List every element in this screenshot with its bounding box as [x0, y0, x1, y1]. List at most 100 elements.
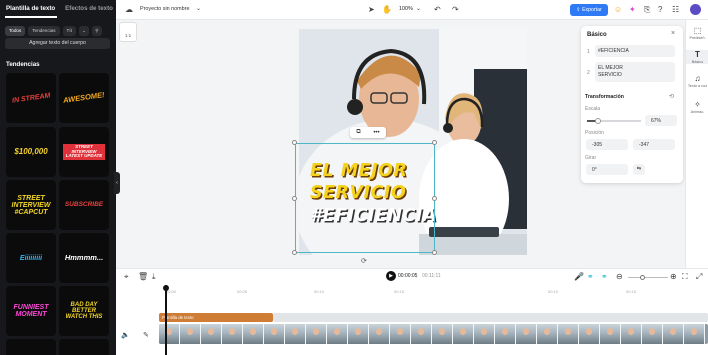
- pointer-icon[interactable]: ➤: [368, 5, 375, 14]
- delete-icon[interactable]: 🗑: [138, 272, 148, 281]
- magic-icon[interactable]: ✦: [629, 5, 636, 14]
- text-field-1[interactable]: #EFICIENCIA: [595, 45, 675, 57]
- template-tile[interactable]: $100,000: [6, 127, 56, 177]
- text-field-2[interactable]: EL MEJOR SERVICIO: [595, 62, 675, 82]
- template-tile[interactable]: IN STREAM: [6, 73, 56, 123]
- resize-handle[interactable]: [432, 250, 437, 255]
- resize-handle[interactable]: [292, 140, 297, 145]
- chevron-down-icon[interactable]: ⌄: [196, 5, 201, 12]
- position-y-input[interactable]: -347: [633, 139, 675, 150]
- text-index-2: 2: [587, 70, 590, 76]
- hand-icon[interactable]: ✋: [382, 5, 392, 14]
- template-tile[interactable]: STREET INTERVIEW LATEST UPDATE: [59, 127, 109, 177]
- play-button[interactable]: ▶: [386, 271, 396, 281]
- premium-icon[interactable]: ☺: [614, 5, 622, 14]
- tile-text: STREET INTERVIEW #CAPCUT: [11, 194, 51, 216]
- playhead[interactable]: [165, 285, 167, 355]
- rail-item-presets[interactable]: ⬚ Prediseñ.: [686, 26, 708, 40]
- floating-toolbar: ⧉ •••: [350, 127, 386, 138]
- zoom-out-icon[interactable]: ⊖: [616, 272, 623, 281]
- clip-thumbnail: [285, 324, 306, 344]
- cover-edit-icon[interactable]: ✎: [143, 331, 149, 339]
- scale-slider-thumb[interactable]: [594, 118, 601, 124]
- rail-item-text-to-speech[interactable]: ♫ Texto a voz: [686, 74, 708, 88]
- template-tile[interactable]: [59, 339, 109, 355]
- redo-icon[interactable]: ↷: [452, 5, 459, 14]
- clip-thumbnail: [579, 324, 600, 344]
- scale-input[interactable]: 67%: [645, 115, 677, 126]
- template-tile[interactable]: Eiiiiiiiii: [6, 233, 56, 283]
- clip-thumbnail: [642, 324, 663, 344]
- close-icon[interactable]: ×: [671, 30, 675, 37]
- text-template-clip[interactable]: Plantilla de texto: [159, 313, 273, 322]
- position-x-input[interactable]: -305: [586, 139, 628, 150]
- filter-trends[interactable]: Tendencias: [28, 26, 60, 36]
- rotate-icon[interactable]: ⟳: [361, 257, 367, 265]
- video-clip[interactable]: [159, 324, 708, 344]
- template-tile[interactable]: AWESOME!: [59, 73, 109, 123]
- chevron-down-icon[interactable]: ⌄: [416, 5, 421, 12]
- rail-item-animation[interactable]: ✧ Animac.: [686, 100, 708, 114]
- clip-thumbnail: [390, 324, 411, 344]
- resize-handle[interactable]: [292, 196, 297, 201]
- rotate-label: Girar: [585, 155, 597, 161]
- template-tile[interactable]: STREET INTERVIEW #CAPCUT: [6, 180, 56, 230]
- reset-icon[interactable]: ⟲: [669, 93, 674, 100]
- tab-text-effects[interactable]: Efectos de texto: [65, 5, 113, 12]
- timeline-zoom-slider[interactable]: [628, 277, 668, 278]
- magnet-icon[interactable]: ⚭: [601, 272, 608, 281]
- more-icon[interactable]: •••: [373, 130, 379, 136]
- tab-text-templates[interactable]: Plantilla de texto: [6, 5, 55, 12]
- filter-titles[interactable]: Tít: [62, 26, 76, 36]
- export-button[interactable]: ⇪ Exportar: [570, 4, 608, 16]
- rotate-input[interactable]: 0°: [586, 164, 628, 175]
- resize-handle[interactable]: [292, 250, 297, 255]
- template-tile[interactable]: BAD DAY BETTER WATCH THIS: [59, 286, 109, 336]
- template-tile[interactable]: [6, 339, 56, 355]
- collapse-panel-handle[interactable]: ‹: [114, 172, 120, 194]
- time-tick: 00:10: [548, 289, 559, 294]
- fit-icon[interactable]: ⛶: [682, 272, 688, 282]
- template-tile[interactable]: Hmmmm...: [59, 233, 109, 283]
- aspect-ratio-button[interactable]: 1:1: [119, 22, 137, 42]
- rail-item-label: Prediseñ.: [689, 36, 706, 40]
- notification-icon[interactable]: ☷: [672, 5, 679, 14]
- filter-all[interactable]: Todos: [5, 26, 26, 36]
- avatar[interactable]: [690, 4, 701, 15]
- playhead-handle[interactable]: [163, 285, 169, 291]
- project-name[interactable]: Proyecto sin nombre: [140, 6, 189, 12]
- add-body-text-button[interactable]: Agregar texto del cuerpo: [5, 38, 110, 49]
- resize-handle[interactable]: [432, 196, 437, 201]
- share-icon[interactable]: ⎘: [644, 5, 650, 15]
- template-tile[interactable]: FUNNIEST MOMENT: [6, 286, 56, 336]
- selection-box[interactable]: [295, 143, 435, 253]
- flip-button[interactable]: ⇆: [633, 164, 645, 175]
- clip-thumbnail: [474, 324, 495, 344]
- zoom-in-icon[interactable]: ⊕: [670, 272, 677, 281]
- rail-item-basic[interactable]: T Básico: [686, 50, 708, 64]
- clip-thumbnail: [663, 324, 684, 344]
- undo-icon[interactable]: ↶: [434, 5, 441, 14]
- help-icon[interactable]: ?: [658, 5, 662, 14]
- filter-icon[interactable]: ⚲: [91, 26, 102, 36]
- zoom-level[interactable]: 100%: [399, 6, 413, 12]
- resize-handle[interactable]: [432, 140, 437, 145]
- template-tile[interactable]: SUBSCRIBE: [59, 180, 109, 230]
- download-icon[interactable]: ⤓: [152, 272, 156, 282]
- cloud-icon[interactable]: ☁: [125, 5, 133, 14]
- copy-icon[interactable]: ⧉: [356, 129, 360, 136]
- chevron-down-icon[interactable]: ⌄: [78, 26, 89, 36]
- scale-slider[interactable]: [587, 118, 641, 124]
- split-icon[interactable]: ⌖: [124, 272, 129, 282]
- time-separator: |: [416, 273, 418, 279]
- link-icon[interactable]: ⚭: [587, 272, 594, 281]
- clip-thumbnail: [411, 324, 432, 344]
- clip-thumbnail: [180, 324, 201, 344]
- timeline-zoom-thumb[interactable]: [640, 275, 645, 280]
- volume-icon[interactable]: 🔈: [121, 331, 130, 339]
- fullscreen-icon[interactable]: ⤢: [696, 272, 702, 282]
- text-index-1: 1: [587, 49, 590, 55]
- clip-thumbnail: [264, 324, 285, 344]
- microphone-icon[interactable]: 🎤: [574, 272, 584, 281]
- clip-thumbnail: [159, 324, 180, 344]
